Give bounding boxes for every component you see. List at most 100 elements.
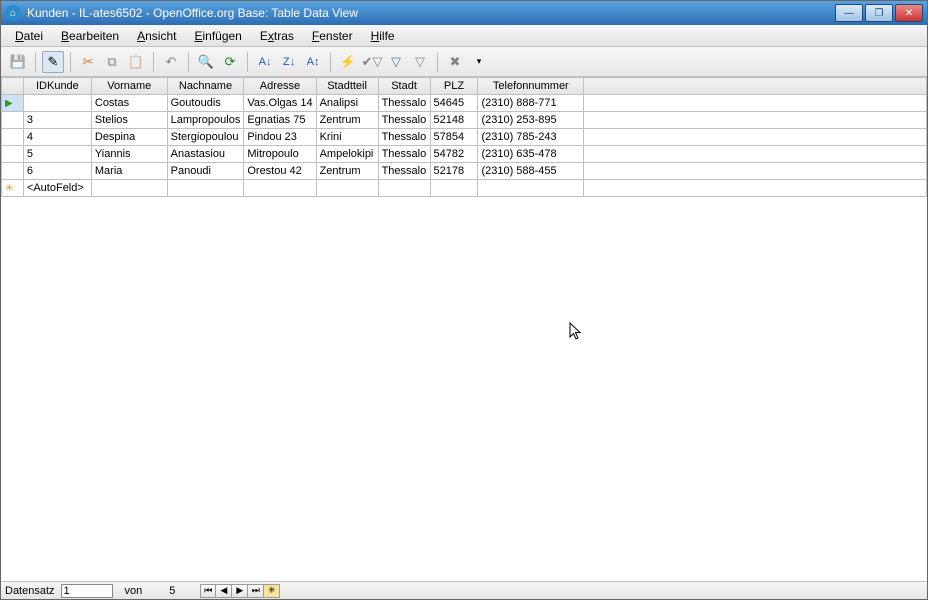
cell[interactable]: 6 [23,163,91,180]
row-selector[interactable] [2,146,24,163]
cell[interactable]: Thessalo [378,129,430,146]
cell[interactable]: Vas.Olgas 14 [244,95,316,112]
cell[interactable]: Thessalo [378,146,430,163]
menu-view[interactable]: Ansicht [129,27,184,45]
cell[interactable]: 54645 [430,95,478,112]
menu-window[interactable]: Fenster [304,27,361,45]
delete-record-icon[interactable]: ✖ [444,51,466,73]
cell[interactable]: (2310) 253-895 [478,112,584,129]
row-selector[interactable] [2,129,24,146]
cell-empty[interactable] [478,180,584,197]
menu-extras[interactable]: Extras [252,27,302,45]
cell[interactable]: Anastasiou [167,146,244,163]
minimize-button[interactable]: — [835,4,863,22]
cell[interactable]: Zentrum [316,163,378,180]
menu-file[interactable]: Datei [7,27,51,45]
nav-new-record-icon[interactable]: ✳ [264,584,280,598]
save-icon[interactable]: 💾 [7,51,29,73]
cell[interactable]: Krini [316,129,378,146]
cell[interactable]: 5 [23,146,91,163]
table-row[interactable]: 6MariaPanoudiOrestou 42ZentrumThessalo52… [2,163,927,180]
cell[interactable]: Analipsi [316,95,378,112]
col-header-adresse[interactable]: Adresse [244,78,316,95]
table-row[interactable]: 4DespinaStergiopoulouPindou 23KriniThess… [2,129,927,146]
copy-icon[interactable]: ⧉ [101,51,123,73]
cell[interactable]: Mitropoulo [244,146,316,163]
refresh-icon[interactable]: ⟳ [219,51,241,73]
cell[interactable]: (2310) 588-455 [478,163,584,180]
autofield-cell[interactable]: <AutoFeld> [23,180,91,197]
sort-icon[interactable]: A↕ [302,51,324,73]
cell[interactable]: 3 [23,112,91,129]
nav-next-icon[interactable]: ▶ [232,584,248,598]
row-selector[interactable]: ✳ [2,180,24,197]
cell[interactable]: Panoudi [167,163,244,180]
cell[interactable]: Stergiopoulou [167,129,244,146]
data-grid[interactable]: IDKunde Vorname Nachname Adresse Stadtte… [1,77,927,197]
cell-empty[interactable] [244,180,316,197]
paste-icon[interactable]: 📋 [125,51,147,73]
cell[interactable]: Maria [91,163,167,180]
cell[interactable]: Thessalo [378,163,430,180]
cell-empty[interactable] [378,180,430,197]
nav-first-icon[interactable]: ⏮ [200,584,216,598]
remove-filter-icon[interactable]: ▽ [409,51,431,73]
cell-empty[interactable] [167,180,244,197]
cell[interactable]: Pindou 23 [244,129,316,146]
table-row[interactable]: 3SteliosLampropoulosEgnatias 75ZentrumTh… [2,112,927,129]
corner-cell[interactable] [2,78,24,95]
menu-insert[interactable]: Einfügen [186,27,249,45]
undo-icon[interactable]: ↶ [160,51,182,73]
col-header-vorname[interactable]: Vorname [91,78,167,95]
cell[interactable]: Lampropoulos [167,112,244,129]
nav-last-icon[interactable]: ⏭ [248,584,264,598]
cell[interactable]: Costas [91,95,167,112]
sort-asc-icon[interactable]: A↓ [254,51,276,73]
cell[interactable]: 4 [23,129,91,146]
cell-empty[interactable] [430,180,478,197]
cell[interactable]: (2310) 888-771 [478,95,584,112]
table-row[interactable]: 5YiannisAnastasiouMitropouloAmpelokipiTh… [2,146,927,163]
sort-desc-icon[interactable]: Z↓ [278,51,300,73]
standard-filter-icon[interactable]: ▽ [385,51,407,73]
table-row[interactable]: ▶2CostasGoutoudisVas.Olgas 14AnalipsiThe… [2,95,927,112]
row-selector[interactable]: ▶ [2,95,24,112]
cell[interactable]: Thessalo [378,95,430,112]
cell[interactable]: 54782 [430,146,478,163]
menu-edit[interactable]: Bearbeiten [53,27,127,45]
cell[interactable]: Egnatias 75 [244,112,316,129]
col-header-id[interactable]: IDKunde [23,78,91,95]
record-number-input[interactable] [61,584,113,598]
cell[interactable]: Orestou 42 [244,163,316,180]
cell[interactable]: Thessalo [378,112,430,129]
toolbar-dropdown-icon[interactable]: ▾ [468,51,490,73]
maximize-button[interactable]: ❐ [865,4,893,22]
cell-empty[interactable] [316,180,378,197]
cell[interactable]: 2 [23,95,91,112]
cell[interactable]: Yiannis [91,146,167,163]
row-selector[interactable] [2,163,24,180]
cell[interactable]: Zentrum [316,112,378,129]
cell[interactable]: (2310) 635-478 [478,146,584,163]
cut-icon[interactable]: ✂ [77,51,99,73]
find-icon[interactable]: 🔍 [195,51,217,73]
cell[interactable]: Stelios [91,112,167,129]
col-header-stadt[interactable]: Stadt [378,78,430,95]
edit-mode-icon[interactable]: ✎ [42,51,64,73]
menu-help[interactable]: Hilfe [363,27,403,45]
new-record-row[interactable]: ✳<AutoFeld> [2,180,927,197]
close-button[interactable]: ✕ [895,4,923,22]
col-header-plz[interactable]: PLZ [430,78,478,95]
cell[interactable]: Ampelokipi [316,146,378,163]
cell[interactable]: 57854 [430,129,478,146]
cell-empty[interactable] [91,180,167,197]
col-header-stadtteil[interactable]: Stadtteil [316,78,378,95]
apply-filter-icon[interactable]: ✔▽ [361,51,383,73]
nav-prev-icon[interactable]: ◀ [216,584,232,598]
col-header-telefon[interactable]: Telefonnummer [478,78,584,95]
cell[interactable]: Despina [91,129,167,146]
col-header-nachname[interactable]: Nachname [167,78,244,95]
cell[interactable]: (2310) 785-243 [478,129,584,146]
cell[interactable]: 52178 [430,163,478,180]
cell[interactable]: Goutoudis [167,95,244,112]
